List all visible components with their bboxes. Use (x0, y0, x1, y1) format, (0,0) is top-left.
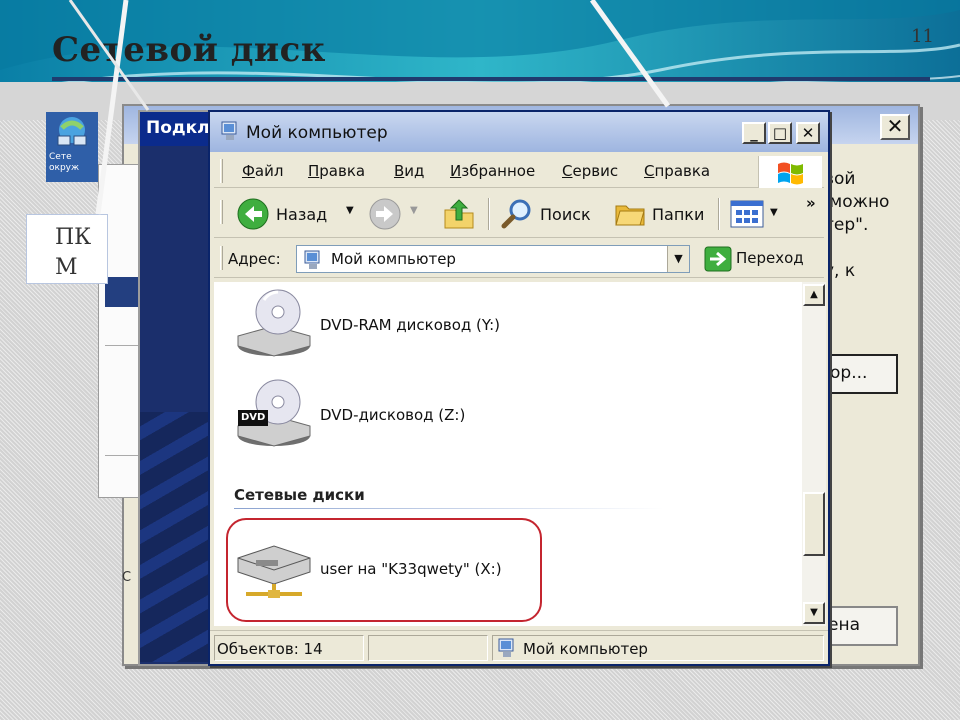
back-arrow-icon (237, 198, 269, 230)
search-button[interactable]: Поиск (498, 196, 594, 232)
dvd-ram-drive-icon (237, 289, 311, 357)
my-computer-icon (304, 250, 320, 269)
back-label: Назад (276, 205, 328, 224)
views-dropdown-icon[interactable]: ▼ (770, 207, 778, 218)
drive-item-dvd[interactable]: DVD DVD-дисковод (Z:) (234, 376, 734, 456)
dialog-description: вой можно тер". у, к (824, 169, 890, 281)
network-drives-heading: Сетевые диски (234, 486, 365, 504)
status-cell-location: Мой компьютер (492, 635, 824, 661)
my-computer-icon (498, 638, 514, 657)
address-bar: Адрес: Мой компьютер ▼ Переход (214, 240, 824, 278)
scroll-thumb[interactable] (803, 492, 825, 556)
minimize-button[interactable]: _ (742, 122, 766, 144)
forward-arrow-icon (369, 198, 401, 230)
address-input[interactable]: Мой компьютер ▼ (296, 245, 690, 273)
callout-note: ПК М (26, 214, 108, 284)
back-dropdown-icon[interactable]: ▼ (346, 205, 354, 216)
connect-wizard-title: Подкл (146, 118, 210, 138)
status-bar: Объектов: 14 Мой компьютер (210, 630, 828, 664)
menu-tools[interactable]: Сервис (562, 162, 618, 180)
drive-label: DVD-дисковод (Z:) (320, 406, 466, 424)
address-value: Мой компьютер (331, 250, 456, 268)
group-heading-underline (234, 508, 664, 509)
drive-label: DVD-RAM дисковод (Y:) (320, 316, 500, 334)
scroll-up-button[interactable]: ▲ (803, 284, 825, 306)
go-arrow-icon (704, 246, 732, 272)
scroll-down-button[interactable]: ▼ (803, 602, 825, 624)
views-icon (730, 200, 764, 228)
file-view: DVD-RAM дисковод (Y:) DVD DVD-дисковод (… (214, 282, 802, 626)
search-label: Поиск (540, 205, 591, 224)
slide-number: 11 (911, 26, 934, 47)
folders-label: Папки (652, 205, 705, 224)
toolbar-separator (488, 198, 490, 230)
network-computers-icon (57, 117, 87, 146)
drive-item-dvd-ram[interactable]: DVD-RAM дисковод (Y:) (234, 286, 734, 366)
explorer-title-bar[interactable]: Мой компьютер _ □ ✕ (210, 112, 828, 152)
connect-wizard-title-bar: Подкл (140, 112, 216, 146)
menu-view[interactable]: Вид (394, 162, 424, 180)
menu-grip[interactable] (220, 159, 223, 183)
forward-dropdown-icon[interactable]: ▼ (410, 205, 418, 216)
forward-button[interactable]: ▼ (366, 196, 422, 232)
toolbar-grip[interactable] (220, 200, 223, 224)
slide-title-rule (52, 77, 930, 81)
address-label: Адрес: (228, 250, 281, 268)
windows-flag-icon (778, 162, 803, 185)
menu-help[interactable]: Справка (644, 162, 710, 180)
network-drive-highlight (226, 518, 542, 622)
toolbar-separator (718, 198, 720, 230)
toolbar-overflow-button[interactable]: » (806, 194, 816, 212)
connect-wizard-window: Подкл (138, 110, 216, 666)
status-cell-count: Объектов: 14 (214, 635, 364, 661)
dialog-close-button[interactable]: ✕ (880, 114, 910, 140)
up-folder-button[interactable] (442, 196, 478, 232)
status-object-count: Объектов: 14 (217, 640, 323, 658)
slide-title: Сетевой диск (52, 30, 326, 70)
desktop-network-places[interactable]: Сете окруж (46, 112, 98, 182)
cancel-button[interactable]: ена (824, 606, 898, 646)
address-grip[interactable] (220, 246, 223, 270)
address-dropdown-icon[interactable]: ▼ (667, 246, 689, 272)
callout-note-text: ПК М (55, 225, 92, 280)
close-button[interactable]: ✕ (796, 122, 820, 144)
maximize-button[interactable]: □ (768, 122, 792, 144)
browse-button[interactable]: ор... (824, 354, 898, 394)
desktop-icon-label: Сете окруж (49, 152, 80, 173)
menu-file[interactable]: Файл (242, 162, 283, 180)
folder-up-icon (444, 199, 474, 229)
menu-bar: Файл Правка Вид Избранное Сервис Справка (214, 154, 824, 188)
menu-edit[interactable]: Правка (308, 162, 365, 180)
wizard-side-graphic (140, 412, 212, 662)
menu-favorites[interactable]: Избранное (450, 162, 535, 180)
folders-icon (615, 205, 645, 226)
go-label: Переход (736, 249, 804, 267)
folders-button[interactable]: Папки (610, 196, 710, 232)
back-button[interactable]: Назад ▼ (234, 196, 360, 232)
vertical-scrollbar[interactable]: ▲ ▼ (802, 282, 826, 626)
status-cell-blank (368, 635, 488, 661)
standard-toolbar: Назад ▼ ▼ Поиск Папки ▼ » (214, 190, 824, 238)
views-button[interactable]: ▼ (728, 196, 786, 232)
explorer-window: Мой компьютер _ □ ✕ Файл Правка Вид Избр… (208, 110, 830, 666)
window-title: Мой компьютер (246, 123, 388, 143)
go-button[interactable]: Переход (700, 245, 822, 273)
search-icon (501, 199, 531, 229)
status-location: Мой компьютер (523, 640, 648, 658)
my-computer-icon (221, 121, 237, 140)
dvd-badge: DVD (241, 412, 266, 423)
windows-logo (758, 156, 822, 188)
